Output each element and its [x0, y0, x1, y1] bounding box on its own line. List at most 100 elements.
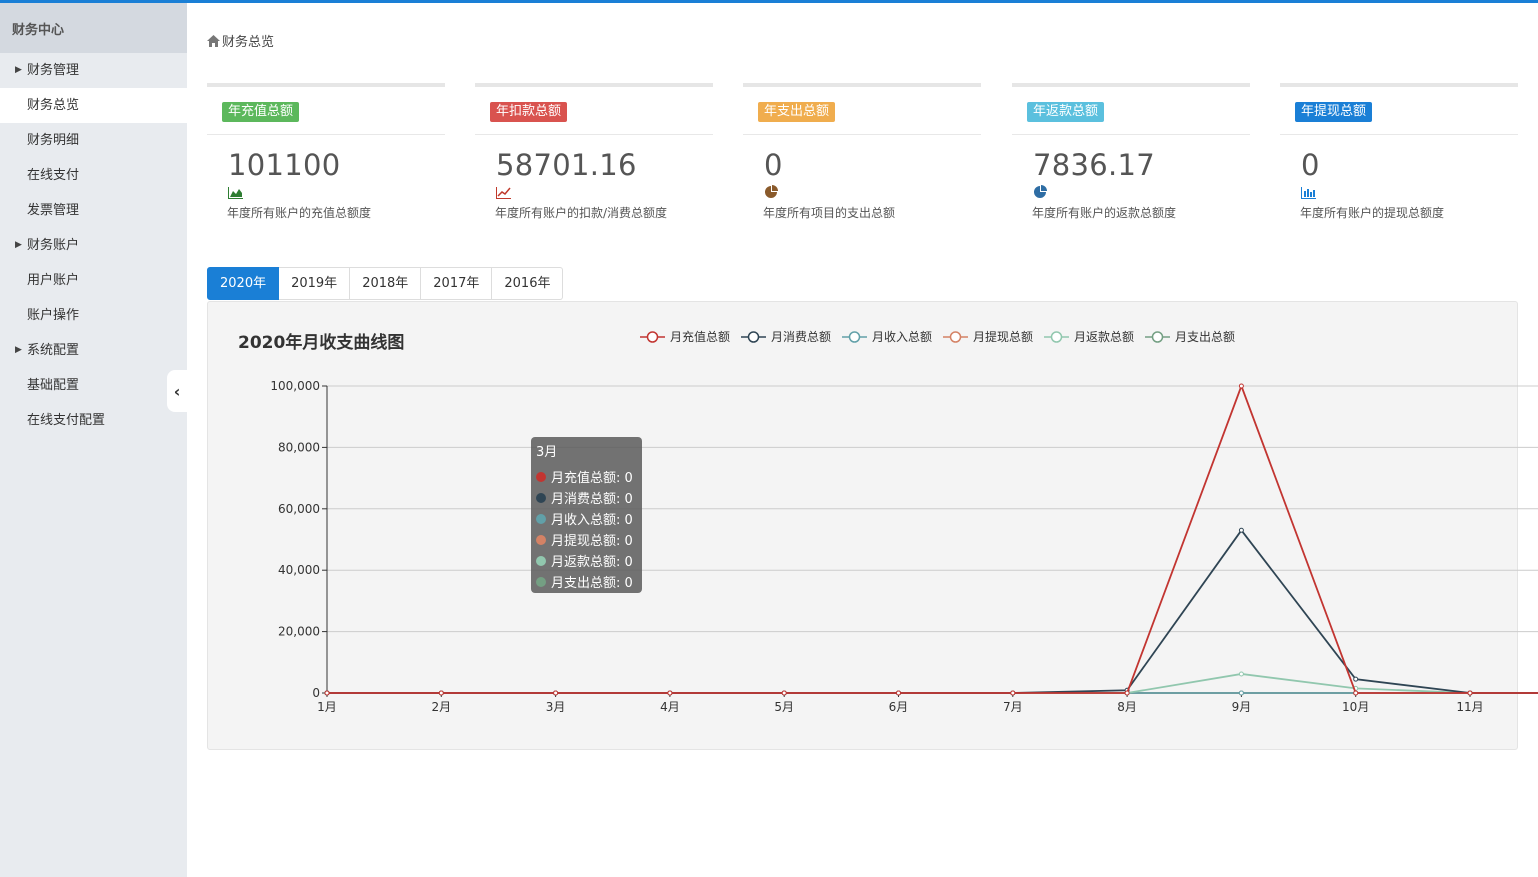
sidebar-group-system-config[interactable]: ▶ 系统配置 — [0, 333, 187, 368]
tab-year-2019[interactable]: 2019年 — [279, 267, 351, 300]
data-point — [1238, 383, 1244, 389]
card-header: 年返款总额 — [1012, 87, 1250, 135]
legend-marker — [949, 331, 962, 343]
tab-year-2017[interactable]: 2017年 — [421, 267, 493, 300]
sidebar-item-online-payment[interactable]: 在线支付 — [0, 158, 187, 193]
sidebar-item-label: 用户账户 — [27, 273, 80, 288]
card-description: 年度所有项目的支出总额 — [763, 206, 896, 220]
annual-withdrawal-card: 年提现总额 0 年度所有账户的提现总额度 — [1280, 83, 1518, 233]
line-chart: 0 20,000 40,000 60,000 80,000 100,000 1月 2月 3月 4月… — [270, 329, 1538, 714]
line-chart-icon — [496, 185, 713, 200]
caret-right-icon: ▶ — [15, 240, 22, 250]
series-line — [327, 383, 1538, 694]
data-point — [1353, 690, 1359, 696]
area-chart-icon — [228, 185, 445, 200]
series-dot-icon — [536, 576, 546, 587]
sidebar-item-user-accounts[interactable]: 用户账户 — [0, 263, 187, 298]
sidebar-item-label: 财务明细 — [27, 133, 80, 148]
tab-year-2020[interactable]: 2020年 — [207, 267, 280, 300]
breadcrumb: 财务总览 — [207, 31, 274, 50]
y-tick-label: 20,000 — [278, 625, 320, 639]
legend-marker — [1050, 331, 1063, 343]
card-header: 年充值总额 — [207, 87, 445, 135]
sidebar-item-label: 财务账户 — [27, 238, 80, 253]
collapse-sidebar-button[interactable]: ‹ — [167, 370, 187, 412]
data-point — [438, 690, 444, 696]
sidebar-item-label: 财务总览 — [27, 98, 80, 113]
card-value: 7836.17 — [1033, 148, 1156, 182]
series-dot-icon — [536, 471, 546, 482]
caret-right-icon: ▶ — [15, 65, 22, 75]
tooltip-row-label: 月消费总额: 0 — [551, 492, 633, 507]
tooltip-row: 月消费总额: 0 — [536, 487, 642, 508]
sidebar-item-finance-detail[interactable]: 财务明细 — [0, 123, 187, 158]
annual-expense-card: 年支出总额 0 年度所有项目的支出总额 — [743, 83, 981, 233]
sidebar-item-payment-config[interactable]: 在线支付配置 — [0, 403, 187, 438]
x-tick-label: 10月 — [1342, 700, 1369, 714]
sidebar-item-label: 基础配置 — [27, 378, 80, 393]
sidebar-group-finance-accounts[interactable]: ▶ 财务账户 — [0, 228, 187, 263]
x-tick-label: 4月 — [660, 700, 680, 714]
tooltip-row: 月支出总额: 0 — [536, 571, 642, 592]
y-tick-label: 100,000 — [270, 379, 320, 393]
sidebar-title: 财务中心 — [0, 3, 187, 53]
sidebar-item-finance-overview[interactable]: 财务总览 — [0, 88, 187, 123]
sidebar-group-finance-mgmt[interactable]: ▶ 财务管理 — [0, 53, 187, 88]
annual-recharge-card: 年充值总额 101100 年度所有账户的充值总额度 — [207, 83, 445, 233]
y-tick-label: 40,000 — [278, 563, 320, 577]
sidebar-item-label: 在线支付 — [27, 168, 80, 183]
tooltip-row-label: 月支出总额: 0 — [551, 576, 633, 591]
annual-deduction-card: 年扣款总额 58701.16 年度所有账户的扣款/消费总额度 — [475, 83, 713, 233]
tooltip-row: 月提现总额: 0 — [536, 529, 642, 550]
x-tick-label: 9月 — [1232, 700, 1252, 714]
data-point — [1238, 527, 1244, 533]
card-badge: 年扣款总额 — [490, 102, 568, 122]
data-point — [781, 690, 787, 696]
tooltip-row: 月收入总额: 0 — [536, 508, 642, 529]
x-tick-label: 8月 — [1117, 700, 1137, 714]
sidebar-item-basic-config[interactable]: 基础配置 — [0, 368, 187, 403]
series-dot-icon — [536, 513, 546, 524]
sidebar-item-label: 在线支付配置 — [27, 413, 106, 428]
card-header: 年扣款总额 — [475, 87, 713, 135]
sidebar-item-invoice-mgmt[interactable]: 发票管理 — [0, 193, 187, 228]
data-point — [1353, 676, 1359, 682]
x-tick-label: 1月 — [317, 700, 337, 714]
legend-label: 月提现总额 — [973, 329, 1033, 344]
sidebar-item-account-ops[interactable]: 账户操作 — [0, 298, 187, 333]
tooltip-row-label: 月收入总额: 0 — [551, 513, 633, 528]
annual-refund-card: 年返款总额 7836.17 年度所有账户的返款总额度 — [1012, 83, 1250, 233]
series-dot-icon — [536, 555, 546, 566]
legend-label: 月支出总额 — [1175, 330, 1235, 344]
card-description: 年度所有账户的充值总额度 — [227, 206, 372, 220]
tooltip-title: 3月 — [536, 445, 558, 460]
data-point — [1238, 690, 1244, 696]
legend-marker — [747, 331, 760, 343]
card-header: 年提现总额 — [1280, 87, 1518, 135]
series-dot-icon — [536, 492, 546, 503]
x-tick-label: 11月 — [1456, 700, 1483, 714]
tab-year-2016[interactable]: 2016年 — [492, 267, 564, 300]
tooltip-row-label: 月充值总额: 0 — [551, 471, 633, 486]
x-tick-label: 7月 — [1003, 700, 1023, 714]
card-value: 101100 — [228, 148, 341, 182]
breadcrumb-current[interactable]: 财务总览 — [222, 31, 274, 50]
data-point — [324, 690, 330, 696]
legend-marker — [646, 331, 659, 343]
card-badge: 年充值总额 — [222, 102, 300, 122]
card-badge: 年支出总额 — [758, 102, 836, 122]
tooltip-row: 月返款总额: 0 — [536, 550, 642, 571]
y-tick-label: 80,000 — [278, 440, 320, 454]
card-description: 年度所有账户的返款总额度 — [1032, 206, 1177, 220]
tab-year-2018[interactable]: 2018年 — [350, 267, 422, 300]
card-value: 0 — [1301, 148, 1320, 182]
x-tick-label: 5月 — [774, 700, 794, 714]
chevron-left-icon: ‹ — [173, 381, 181, 401]
card-badge: 年提现总额 — [1295, 102, 1373, 122]
data-point — [553, 690, 559, 696]
home-icon — [207, 34, 220, 47]
tooltip-row-label: 月返款总额: 0 — [551, 555, 633, 570]
pie-chart-icon — [764, 185, 981, 200]
data-point — [1124, 690, 1130, 696]
data-point — [667, 690, 673, 696]
